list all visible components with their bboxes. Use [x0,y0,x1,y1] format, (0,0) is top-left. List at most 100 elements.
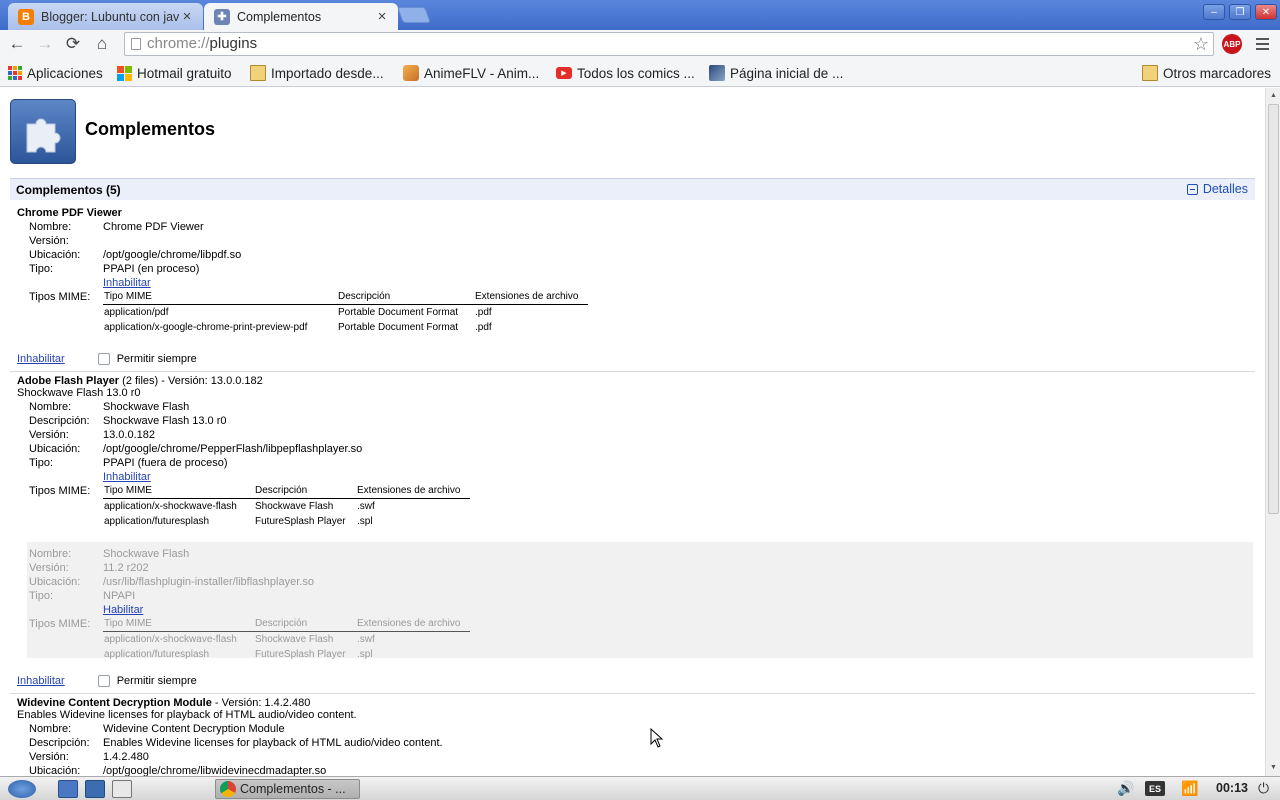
restore-button[interactable]: ❐ [1229,4,1251,20]
field-label: Versión: [29,235,69,247]
field-label: Tipo: [29,457,54,469]
field-label: Tipos MIME: [29,291,91,303]
scroll-thumb[interactable] [1268,104,1279,514]
keyboard-layout-indicator[interactable]: ES [1145,781,1165,796]
divider [10,693,1255,694]
field-value: Shockwave Flash 13.0 r0 [103,415,227,427]
mime-col-type: Tipo MIME [103,484,254,499]
bookmark-hotmail[interactable]: Hotmail gratuito [117,64,232,82]
vertical-scrollbar[interactable]: ▲ ▼ [1265,88,1280,776]
field-label: Versión: [29,429,69,441]
back-button[interactable]: ← [5,33,29,55]
page-icon [131,38,141,50]
clock[interactable]: 00:13 [1216,781,1248,795]
field-label: Ubicación: [29,443,81,455]
adblock-plus-icon[interactable]: ABP [1222,34,1242,54]
field-value: Chrome PDF Viewer [103,221,204,233]
allow-always-label: Permitir siempre [116,675,197,687]
plugin-footer: Inhabilitar Permitir siempre [17,353,197,365]
mime-table: Tipo MIME Descripción Extensiones de arc… [103,617,471,661]
bookmark-otros-marcadores[interactable]: Otros marcadores [1142,64,1271,82]
mime-col-type: Tipo MIME [103,290,337,305]
mime-col-ext: Extensiones de archivo [474,290,589,305]
field-value: /opt/google/chrome/libwidevinecdmadapter… [103,765,327,776]
bookmark-animeflv[interactable]: AnimeFLV - Anim... [403,64,539,82]
show-desktop-icon[interactable] [112,780,132,798]
disable-link[interactable]: Inhabilitar [103,471,151,483]
close-window-button[interactable]: ✕ [1255,4,1277,20]
field-label: Versión: [29,562,69,574]
enable-link[interactable]: Habilitar [103,604,143,616]
mime-col-desc: Descripción [337,290,474,305]
new-tab-button[interactable] [397,7,431,23]
mime-col-ext: Extensiones de archivo [356,617,471,632]
taskbar-task-chrome[interactable]: Complementos - ... [215,779,360,799]
reload-button[interactable]: ⟳ [61,33,85,55]
mime-table: Tipo MIME Descripción Extensiones de arc… [103,484,471,528]
plugin-description: Shockwave Flash 13.0 r0 [17,387,141,399]
field-label: Descripción: [29,737,90,749]
scroll-down-icon[interactable]: ▼ [1268,762,1279,774]
field-value: /opt/google/chrome/PepperFlash/libpepfla… [103,443,363,455]
collapse-icon [1186,183,1198,195]
apps-grid-icon [8,66,22,80]
disable-plugin-link[interactable]: Inhabilitar [17,675,65,687]
minimize-button[interactable]: – [1203,4,1225,20]
table-row: application/x-shockwave-flash Shockwave F… [104,501,375,513]
bookmark-importado[interactable]: Importado desde... [250,64,384,82]
table-row: application/futuresplash FutureSplash Pla… [104,516,373,527]
field-label: Descripción: [29,415,90,427]
field-label: Tipo: [29,263,54,275]
divider [10,371,1255,372]
field-value: /opt/google/chrome/libpdf.so [103,249,242,261]
bookmark-comics[interactable]: ▶ Todos los comics ... [556,64,695,82]
scroll-up-icon[interactable]: ▲ [1268,90,1279,102]
bookmark-label: AnimeFLV - Anim... [424,65,540,81]
close-icon[interactable]: × [374,8,390,25]
field-label: Tipo: [29,590,54,602]
star-icon[interactable]: ☆ [1193,34,1209,54]
address-bar[interactable]: chrome://plugins ☆ [124,32,1214,56]
windows-icon [117,65,132,81]
url-scheme: chrome:// [147,35,210,52]
chrome-icon [220,781,236,797]
menu-icon[interactable] [1252,34,1272,54]
allow-always-checkbox[interactable] [97,675,110,687]
start-menu-icon[interactable] [8,780,36,798]
tab-title: Blogger: Lubuntu con javi [41,9,179,24]
field-value: PPAPI (fuera de proceso) [103,457,228,469]
home-button[interactable]: ⌂ [90,33,114,55]
plugin-footer: Inhabilitar Permitir siempre [17,675,197,687]
power-icon[interactable]: ⏻ [1258,780,1276,798]
mime-table: Tipo MIME Descripción Extensiones de arc… [103,290,589,334]
desktop-icon[interactable] [85,780,105,798]
youtube-icon: ▶ [556,67,572,79]
field-label: Ubicación: [29,765,81,776]
field-value: Enables Widevine licenses for playback o… [103,737,443,749]
allow-always-checkbox[interactable] [97,353,110,365]
disable-link[interactable]: Inhabilitar [103,277,151,289]
bookmark-pagina-inicial[interactable]: Página inicial de ... [709,64,843,82]
task-label: Complementos - ... [240,782,346,796]
animeflv-icon [403,65,419,81]
bookmark-label: Todos los comics ... [577,65,695,81]
plugin-name: Widevine Content Decryption Module - Ver… [17,697,311,709]
bookmark-aplicaciones[interactable]: Aplicaciones [8,64,103,82]
bookmark-label: Importado desde... [271,65,384,81]
tab-complementos[interactable]: ✚ Complementos × [204,3,398,30]
table-row: application/pdf Portable Document Format.… [104,307,492,319]
file-manager-icon[interactable] [58,780,78,798]
close-icon[interactable]: × [179,8,195,25]
disable-plugin-link[interactable]: Inhabilitar [17,353,65,365]
table-row: application/futuresplash FutureSplash Pla… [104,649,373,660]
volume-icon[interactable]: 🔊 [1117,780,1135,798]
forward-button[interactable]: → [33,33,57,55]
wifi-icon[interactable]: 📶 [1181,780,1201,798]
mime-col-ext: Extensiones de archivo [356,484,471,499]
table-row: application/x-google-chrome-print-previe… [104,322,492,333]
tab-blogger[interactable]: B Blogger: Lubuntu con javi × [8,3,203,30]
details-link[interactable]: Detalles [1186,182,1248,196]
field-label: Nombre: [29,548,72,560]
field-value: 1.4.2.480 [103,751,149,763]
plugin-name: Chrome PDF Viewer [17,207,122,219]
